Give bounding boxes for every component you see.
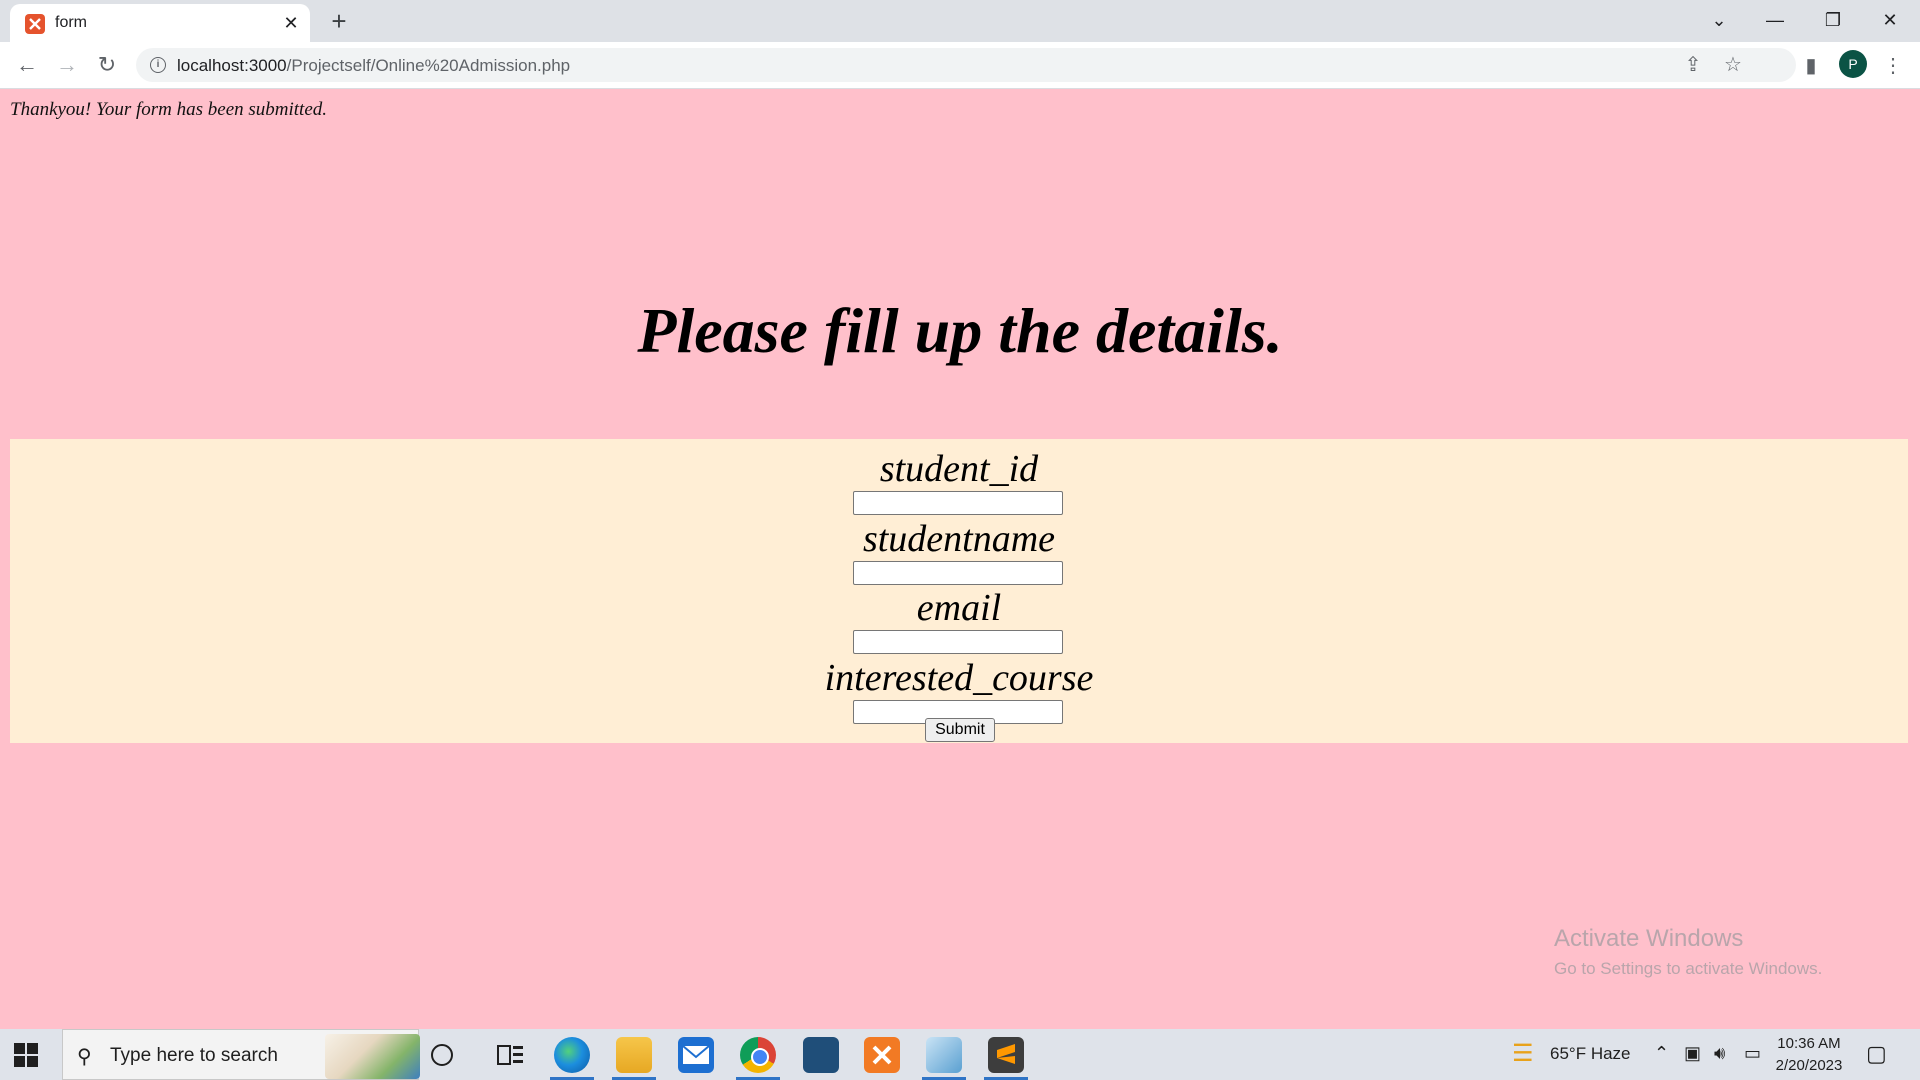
file-explorer-icon[interactable] — [612, 1037, 656, 1080]
tab-title: form — [55, 14, 87, 31]
site-info-icon[interactable]: i — [150, 57, 166, 73]
mysql-workbench-icon[interactable] — [803, 1037, 839, 1073]
activate-windows-watermark: Activate Windows Go to Settings to activ… — [1554, 925, 1822, 979]
share-icon[interactable]: ⇪ — [1681, 53, 1705, 77]
minimize-button[interactable]: — — [1757, 6, 1793, 34]
browser-tab[interactable]: form ✕ — [10, 4, 310, 42]
sublime-text-icon[interactable] — [984, 1037, 1028, 1080]
xampp-favicon-icon — [25, 14, 45, 34]
submit-button[interactable]: Submit — [925, 718, 995, 742]
mail-icon[interactable] — [678, 1037, 714, 1073]
xampp-icon[interactable] — [864, 1037, 900, 1073]
page-title: Please fill up the details. — [637, 295, 1283, 366]
forward-arrow-icon[interactable]: → — [53, 51, 81, 79]
email-label: email — [916, 587, 1002, 629]
taskbar-search-box[interactable]: ⚲ Type here to search — [62, 1029, 420, 1080]
browser-toolbar: ← → ↻ i localhost:3000/Projectself/Onlin… — [0, 42, 1920, 89]
studentname-input[interactable] — [853, 561, 1063, 585]
edge-icon[interactable] — [550, 1037, 594, 1080]
interested-course-label: interested_course — [824, 657, 1094, 699]
url-text[interactable]: localhost:3000/Projectself/Online%20Admi… — [177, 56, 570, 76]
student-id-label: student_id — [879, 448, 1039, 490]
tab-close-icon[interactable]: ✕ — [280, 12, 302, 34]
watermark-title: Activate Windows — [1554, 925, 1744, 952]
close-window-button[interactable]: ✕ — [1872, 6, 1908, 34]
watermark-subtitle: Go to Settings to activate Windows. — [1554, 959, 1823, 978]
search-highlight-image — [325, 1034, 420, 1079]
notepad-icon[interactable] — [922, 1037, 966, 1080]
network-icon[interactable]: ▣ — [1684, 1043, 1701, 1064]
menu-kebab-icon[interactable]: ⋮ — [1881, 54, 1905, 78]
chrome-icon[interactable] — [736, 1037, 780, 1080]
clock-date: 2/20/2023 — [1775, 1057, 1843, 1074]
browser-tabstrip: form ✕ + ⌄ — ❐ ✕ — [0, 0, 1920, 42]
taskbar-clock[interactable]: 10:36 AM 2/20/2023 — [1768, 1033, 1850, 1077]
windows-taskbar: ⚲ Type here to search ☰ 65°F Haze ⌃ ▣ 🔊︎… — [0, 1029, 1920, 1080]
admission-form: student_id studentname email interested_… — [10, 439, 1908, 743]
tab-search-icon[interactable]: ⌄ — [1701, 6, 1737, 34]
profile-avatar[interactable]: P — [1839, 50, 1867, 78]
submission-message: Thankyou! Your form has been submitted. — [10, 99, 328, 120]
windows-start-icon[interactable] — [14, 1043, 38, 1067]
address-bar[interactable]: i localhost:3000/Projectself/Online%20Ad… — [136, 48, 1796, 82]
task-view-icon[interactable] — [492, 1037, 528, 1073]
battery-icon[interactable]: ▭ — [1744, 1043, 1761, 1064]
student-id-input[interactable] — [853, 491, 1063, 515]
notifications-icon[interactable]: ▢ — [1866, 1041, 1887, 1067]
side-panel-icon[interactable]: ▮ — [1799, 54, 1823, 78]
search-icon: ⚲ — [77, 1046, 92, 1068]
weather-haze-icon[interactable]: ☰ — [1512, 1039, 1534, 1068]
bookmark-star-icon[interactable]: ☆ — [1721, 53, 1745, 77]
volume-icon[interactable]: 🔊︎ — [1714, 1043, 1725, 1064]
page-body: Thankyou! Your form has been submitted. … — [0, 89, 1920, 1029]
clock-time: 10:36 AM — [1777, 1035, 1841, 1052]
reload-icon[interactable]: ↻ — [93, 51, 121, 79]
search-placeholder: Type here to search — [110, 1045, 278, 1066]
email-input[interactable] — [853, 630, 1063, 654]
restore-button[interactable]: ❐ — [1815, 6, 1851, 34]
back-arrow-icon[interactable]: ← — [13, 51, 41, 79]
show-hidden-icons-chevron-icon[interactable]: ⌃ — [1654, 1043, 1669, 1064]
studentname-label: studentname — [862, 518, 1056, 560]
weather-text[interactable]: 65°F Haze — [1550, 1044, 1631, 1064]
cortana-icon[interactable] — [431, 1044, 453, 1066]
new-tab-button[interactable]: + — [325, 7, 353, 35]
